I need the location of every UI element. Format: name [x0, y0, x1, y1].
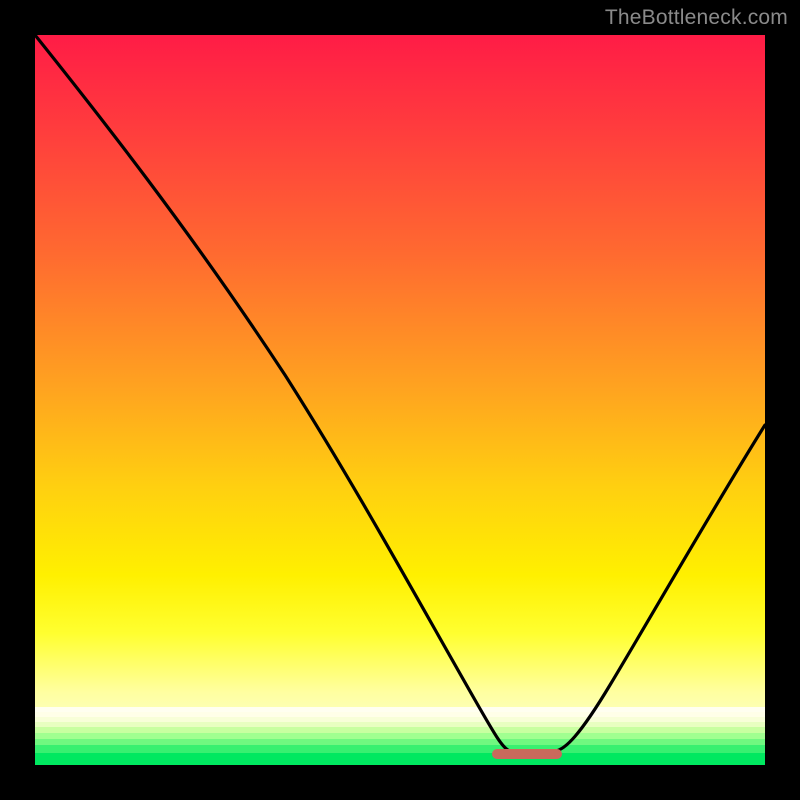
- plot-area: [35, 35, 765, 765]
- green-band: [35, 707, 765, 765]
- chart-frame: TheBottleneck.com: [0, 0, 800, 800]
- watermark-text: TheBottleneck.com: [605, 6, 788, 30]
- gradient-background: [35, 35, 765, 765]
- minimum-marker: [492, 749, 562, 759]
